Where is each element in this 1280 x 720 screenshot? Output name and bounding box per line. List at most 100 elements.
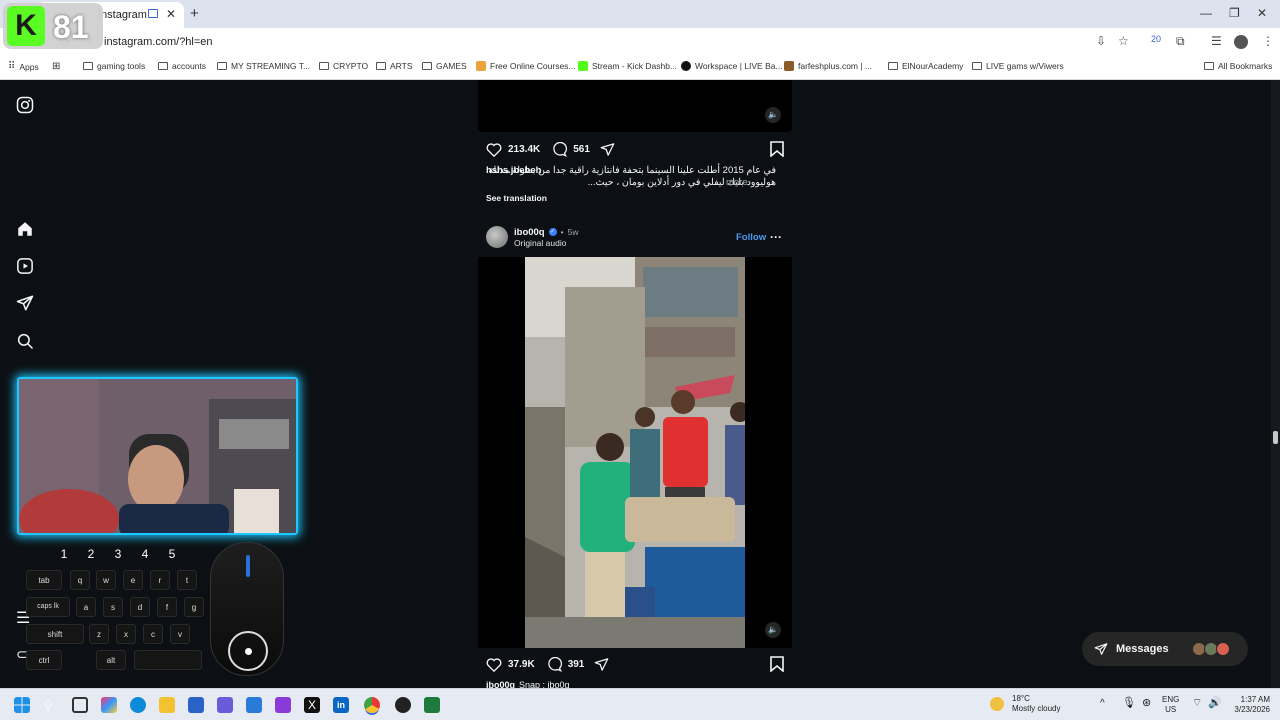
share-icon[interactable] xyxy=(594,657,609,672)
key-shift: shift xyxy=(26,624,84,644)
more-link[interactable]: more xyxy=(726,177,748,189)
share-icon[interactable] xyxy=(600,142,615,157)
post2-username[interactable]: ibo00q xyxy=(514,227,545,238)
edge-icon[interactable] xyxy=(130,697,146,713)
chevron-up-icon[interactable]: ^ xyxy=(1100,699,1105,709)
bookmark-label: All Bookmarks xyxy=(1218,61,1273,71)
volume-icon[interactable]: 🔈 xyxy=(765,622,781,638)
extensions-icon[interactable]: ⧉ xyxy=(1176,34,1185,49)
file-explorer-icon[interactable] xyxy=(159,697,175,713)
windows-start-icon[interactable] xyxy=(14,697,30,713)
like-icon[interactable] xyxy=(486,657,502,672)
bookmark-live-games[interactable]: LIVE gams w/Viwers xyxy=(972,61,1064,71)
app-icon[interactable] xyxy=(424,697,440,713)
bookmark-arts[interactable]: ARTS xyxy=(376,61,413,71)
bookmark-farfeshplus[interactable]: farfeshplus.com | ... xyxy=(784,61,872,71)
bookmark-label: Workspace | LIVE Ba... xyxy=(695,61,783,71)
folder-icon xyxy=(319,62,329,70)
chrome-icon[interactable] xyxy=(364,697,380,713)
volume-icon[interactable]: 🔊 xyxy=(1208,698,1222,709)
bookmark-elnour[interactable]: ElNourAcademy xyxy=(888,61,963,71)
browser-chrome: Instagram ✕ + — ❐ ✕ ⟳ ⚙ instagram.com/?h… xyxy=(0,0,1280,80)
store-icon[interactable] xyxy=(188,697,204,713)
page-scrollbar[interactable] xyxy=(1271,80,1280,688)
post2-actions: 37.9K 391 xyxy=(486,654,609,674)
media-icon[interactable]: ☰ xyxy=(1211,34,1222,48)
follow-button[interactable]: Follow xyxy=(736,232,766,243)
all-bookmarks[interactable]: All Bookmarks xyxy=(1204,61,1272,71)
save-icon[interactable] xyxy=(770,141,784,157)
post2-header: ibo00q ✓ • 5w Original audio xyxy=(486,226,578,248)
language-indicator[interactable]: ENG US xyxy=(1162,695,1179,715)
clock-time: 1:37 AM xyxy=(1240,695,1270,704)
twitch-icon[interactable] xyxy=(275,697,291,713)
bookmark-workspace[interactable]: Workspace | LIVE Ba... xyxy=(681,61,783,71)
new-tab-button[interactable]: + xyxy=(190,5,199,22)
task-view-icon[interactable] xyxy=(72,697,88,713)
more-options-icon[interactable]: ··· xyxy=(770,230,782,244)
search-icon[interactable]: ⚲ xyxy=(43,697,59,713)
post2-audio[interactable]: Original audio xyxy=(514,238,578,248)
key-4: 4 xyxy=(141,547,149,561)
x-app-icon[interactable]: X xyxy=(304,697,320,713)
verified-icon: ✓ xyxy=(548,228,557,236)
home-icon[interactable] xyxy=(16,220,34,238)
save-icon[interactable] xyxy=(770,656,784,672)
url-field[interactable]: instagram.com/?hl=en xyxy=(104,36,213,48)
mic-icon[interactable]: 🎙 xyxy=(1122,698,1136,709)
clock[interactable]: 1:37 AM 3/23/2026 xyxy=(1228,695,1270,715)
grid-icon[interactable]: ⊞ xyxy=(52,61,60,72)
weather-icon[interactable] xyxy=(990,697,1004,711)
teams-icon[interactable] xyxy=(217,697,233,713)
volume-icon[interactable]: 🔈 xyxy=(765,107,781,123)
wifi-icon[interactable]: ⌔ xyxy=(1192,698,1202,709)
window-close-icon[interactable]: ✕ xyxy=(1257,6,1267,20)
bookmark-free-courses[interactable]: Free Online Courses... xyxy=(476,61,576,71)
instagram-logo-icon[interactable] xyxy=(16,96,34,114)
star-icon[interactable]: ☆ xyxy=(1118,34,1129,48)
kick-logo-icon: K xyxy=(7,6,45,46)
key-q: q xyxy=(70,570,90,590)
outlook-icon[interactable] xyxy=(246,697,262,713)
weather-widget[interactable]: 18°C Mostly cloudy xyxy=(1012,694,1060,714)
post2-caption-user[interactable]: ibo00q xyxy=(486,680,515,688)
network-icon[interactable]: ⊛ xyxy=(1142,698,1151,709)
minimize-icon[interactable]: — xyxy=(1200,6,1212,20)
bookmark-games[interactable]: GAMES xyxy=(422,61,467,71)
menu-icon[interactable]: ⋮ xyxy=(1262,34,1274,48)
install-app-icon[interactable]: ⇩ xyxy=(1096,34,1106,48)
bookmark-label: farfeshplus.com | ... xyxy=(798,61,873,71)
restore-icon[interactable]: ❐ xyxy=(1229,6,1240,20)
key-g: g xyxy=(184,597,204,617)
bookmark-streaming[interactable]: MY STREAMING T... xyxy=(217,61,310,71)
extension-badge-icon[interactable]: 20 xyxy=(1151,34,1161,44)
bookmark-apps[interactable]: ⠿ Apps xyxy=(8,61,39,72)
bookmark-kick-dashboard[interactable]: Stream - Kick Dashb... xyxy=(578,61,677,71)
post1-username[interactable]: hshs.jbeheh xyxy=(486,165,541,177)
post1-caption: في عام 2015 أطلت علينا السينما بتحفة فان… xyxy=(486,165,776,189)
copilot-icon[interactable] xyxy=(101,697,117,713)
scrollbar-thumb[interactable] xyxy=(1273,431,1278,444)
reels-icon[interactable] xyxy=(16,257,34,275)
key-d: d xyxy=(130,597,150,617)
key-s: s xyxy=(103,597,123,617)
linkedin-icon[interactable]: in xyxy=(333,697,349,713)
like-icon[interactable] xyxy=(486,142,502,157)
comment-icon[interactable] xyxy=(552,141,568,157)
bookmark-crypto[interactable]: CRYPTO xyxy=(319,61,368,71)
bookmark-label: ARTS xyxy=(390,61,413,71)
avatar[interactable] xyxy=(486,226,508,248)
obs-icon[interactable] xyxy=(395,697,411,713)
post1-video[interactable]: 🔈 xyxy=(478,80,792,132)
comment-icon[interactable] xyxy=(547,656,562,672)
instagram-feed: 🔈 213.4K 561 في عام 2015 أطلت علينا السي… xyxy=(478,80,792,688)
search-icon[interactable] xyxy=(16,332,34,350)
send-icon[interactable] xyxy=(16,294,34,312)
messages-button[interactable]: Messages xyxy=(1082,632,1248,666)
post2-video[interactable]: 🔈 xyxy=(478,257,792,648)
see-translation-link[interactable]: See translation xyxy=(486,193,547,203)
close-icon[interactable]: ✕ xyxy=(166,7,176,21)
bookmark-gaming-tools[interactable]: gaming tools xyxy=(83,61,145,71)
profile-avatar[interactable] xyxy=(1234,35,1248,49)
bookmark-accounts[interactable]: accounts xyxy=(158,61,206,71)
